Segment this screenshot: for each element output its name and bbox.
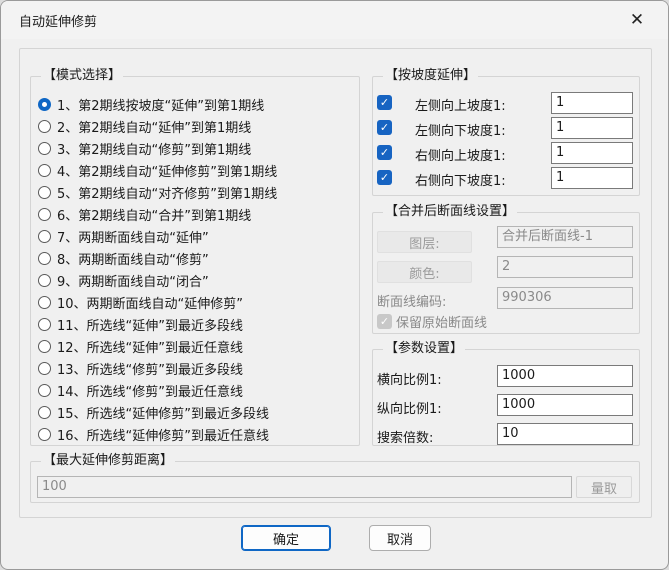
mode-option-label: 14、所选线“修剪”到最近任意线 <box>57 384 244 400</box>
mode-option-13[interactable]: 13、所选线“修剪”到最近多段线 <box>38 358 243 378</box>
mode-option-14[interactable]: 14、所选线“修剪”到最近任意线 <box>38 380 243 400</box>
slope-extend-legend: 【按坡度延伸】 <box>383 68 479 84</box>
mode-option-radio[interactable] <box>38 273 51 287</box>
measure-button[interactable]: 量取 <box>576 476 632 498</box>
parameter-settings-legend: 【参数设置】 <box>383 341 466 357</box>
mode-option-10[interactable]: 10、两期断面线自动“延伸修剪” <box>38 292 243 312</box>
layer-field[interactable]: 合并后断面线-1 <box>497 226 633 248</box>
merge-settings-group: 【合并后断面线设置】 图层: 合并后断面线-1 颜色: 2 断面线编码: 990… <box>372 204 640 334</box>
keep-original-checkbox-row[interactable]: ✓ 保留原始断面线 <box>377 311 487 331</box>
max-distance-group: 【最大延伸修剪距离】 100 量取 <box>30 453 640 503</box>
mode-option-16[interactable]: 16、所选线“延伸修剪”到最近任意线 <box>38 424 269 444</box>
param-value-field-1[interactable]: 1000 <box>497 365 633 387</box>
cancel-button[interactable]: 取消 <box>369 525 431 551</box>
mode-option-label: 5、第2期线自动“对齐修剪”到第1期线 <box>57 186 278 202</box>
ok-button[interactable]: 确定 <box>241 525 331 551</box>
mode-option-5[interactable]: 5、第2期线自动“对齐修剪”到第1期线 <box>38 182 277 202</box>
mode-option-label: 15、所选线“延伸修剪”到最近多段线 <box>57 406 270 422</box>
content-panel: 【模式选择】 1、第2期线按坡度“延伸”到第1期线 2、第2期线自动“延伸”到第1… <box>19 48 652 518</box>
mode-option-radio[interactable] <box>38 427 51 441</box>
color-field[interactable]: 2 <box>497 256 633 278</box>
mode-option-label: 3、第2期线自动“修剪”到第1期线 <box>57 142 252 158</box>
mode-option-radio[interactable] <box>38 141 51 155</box>
radio-selected-dot <box>42 101 47 107</box>
section-code-label: 断面线编码: <box>377 295 447 310</box>
max-distance-field[interactable]: 100 <box>37 476 572 498</box>
slope-value-field-3[interactable]: 1 <box>551 142 633 164</box>
mode-option-radio[interactable] <box>38 97 51 111</box>
mode-option-label: 7、两期断面线自动“延伸” <box>57 230 209 246</box>
mode-option-radio[interactable] <box>38 339 51 353</box>
close-icon: ✕ <box>629 10 645 30</box>
mode-option-radio[interactable] <box>38 163 51 177</box>
auto-extend-trim-dialog: 自动延伸修剪 ✕ 【模式选择】 1、第2期线按坡度“延伸”到第1期线 2、第2期线… <box>0 0 669 570</box>
slope-label-4: 右侧向下坡度1: <box>415 174 506 189</box>
param-label-3: 搜索倍数: <box>377 431 434 446</box>
slope-label-3: 右侧向上坡度1: <box>415 149 506 164</box>
mode-option-radio[interactable] <box>38 383 51 397</box>
mode-option-radio[interactable] <box>38 229 51 243</box>
window-title: 自动延伸修剪 <box>19 15 98 30</box>
merge-settings-legend: 【合并后断面线设置】 <box>383 204 518 220</box>
mode-option-7[interactable]: 7、两期断面线自动“延伸” <box>38 226 209 246</box>
mode-option-label: 6、第2期线自动“合并”到第1期线 <box>57 208 252 224</box>
slope-label-2: 左侧向下坡度1: <box>415 124 506 139</box>
mode-option-radio[interactable] <box>38 251 51 265</box>
mode-option-9[interactable]: 9、两期断面线自动“闭合” <box>38 270 209 290</box>
slope-checkbox-4[interactable]: ✓ <box>377 170 392 185</box>
mode-selection-group: 【模式选择】 1、第2期线按坡度“延伸”到第1期线 2、第2期线自动“延伸”到第1… <box>30 68 360 446</box>
color-button[interactable]: 颜色: <box>377 261 472 283</box>
max-distance-legend: 【最大延伸修剪距离】 <box>41 453 176 469</box>
parameter-settings-group: 【参数设置】 横向比例1: 1000 纵向比例1: 1000 搜索倍数: 10 <box>372 341 640 446</box>
title-bar: 自动延伸修剪 ✕ <box>1 1 668 39</box>
slope-checkbox-2[interactable]: ✓ <box>377 120 392 135</box>
slope-extend-group: 【按坡度延伸】 ✓ 左侧向上坡度1: 1 ✓ 左侧向下坡度1: 1 ✓ 右侧向上坡度1: 1 ✓ 右… <box>372 68 640 196</box>
mode-option-15[interactable]: 15、所选线“延伸修剪”到最近多段线 <box>38 402 269 422</box>
mode-option-radio[interactable] <box>38 207 51 221</box>
param-value-field-3[interactable]: 10 <box>497 423 633 445</box>
mode-option-radio[interactable] <box>38 361 51 375</box>
mode-option-label: 10、两期断面线自动“延伸修剪” <box>57 296 244 312</box>
mode-option-2[interactable]: 2、第2期线自动“延伸”到第1期线 <box>38 116 251 136</box>
mode-option-radio[interactable] <box>38 295 51 309</box>
keep-original-checkbox[interactable]: ✓ <box>377 313 392 329</box>
param-label-2: 纵向比例1: <box>377 402 442 417</box>
mode-option-11[interactable]: 11、所选线“延伸”到最近多段线 <box>38 314 243 334</box>
mode-option-label: 1、第2期线按坡度“延伸”到第1期线 <box>57 98 265 114</box>
mode-option-3[interactable]: 3、第2期线自动“修剪”到第1期线 <box>38 138 251 158</box>
mode-option-4[interactable]: 4、第2期线自动“延伸修剪”到第1期线 <box>38 160 277 180</box>
mode-option-label: 8、两期断面线自动“修剪” <box>57 252 209 268</box>
slope-checkbox-3[interactable]: ✓ <box>377 145 392 160</box>
mode-option-label: 11、所选线“延伸”到最近多段线 <box>57 318 244 334</box>
slope-label-1: 左侧向上坡度1: <box>415 99 506 114</box>
keep-original-label: 保留原始断面线 <box>396 315 488 331</box>
mode-option-radio[interactable] <box>38 119 51 133</box>
mode-option-1[interactable]: 1、第2期线按坡度“延伸”到第1期线 <box>38 94 264 114</box>
mode-option-6[interactable]: 6、第2期线自动“合并”到第1期线 <box>38 204 251 224</box>
param-label-1: 横向比例1: <box>377 373 442 388</box>
mode-selection-legend: 【模式选择】 <box>41 68 124 84</box>
slope-checkbox-1[interactable]: ✓ <box>377 95 392 110</box>
close-button[interactable]: ✕ <box>622 5 652 35</box>
mode-option-label: 12、所选线“延伸”到最近任意线 <box>57 340 244 356</box>
section-code-field[interactable]: 990306 <box>497 287 633 309</box>
slope-value-field-2[interactable]: 1 <box>551 117 633 139</box>
mode-option-12[interactable]: 12、所选线“延伸”到最近任意线 <box>38 336 243 356</box>
mode-option-radio[interactable] <box>38 317 51 331</box>
slope-value-field-4[interactable]: 1 <box>551 167 633 189</box>
slope-value-field-1[interactable]: 1 <box>551 92 633 114</box>
mode-option-radio[interactable] <box>38 405 51 419</box>
layer-button[interactable]: 图层: <box>377 231 472 253</box>
mode-option-label: 9、两期断面线自动“闭合” <box>57 274 209 290</box>
mode-option-label: 2、第2期线自动“延伸”到第1期线 <box>57 120 252 136</box>
param-value-field-2[interactable]: 1000 <box>497 394 633 416</box>
mode-option-label: 16、所选线“延伸修剪”到最近任意线 <box>57 428 270 444</box>
mode-option-label: 13、所选线“修剪”到最近多段线 <box>57 362 244 378</box>
mode-option-radio[interactable] <box>38 185 51 199</box>
mode-option-label: 4、第2期线自动“延伸修剪”到第1期线 <box>57 164 278 180</box>
mode-option-8[interactable]: 8、两期断面线自动“修剪” <box>38 248 209 268</box>
